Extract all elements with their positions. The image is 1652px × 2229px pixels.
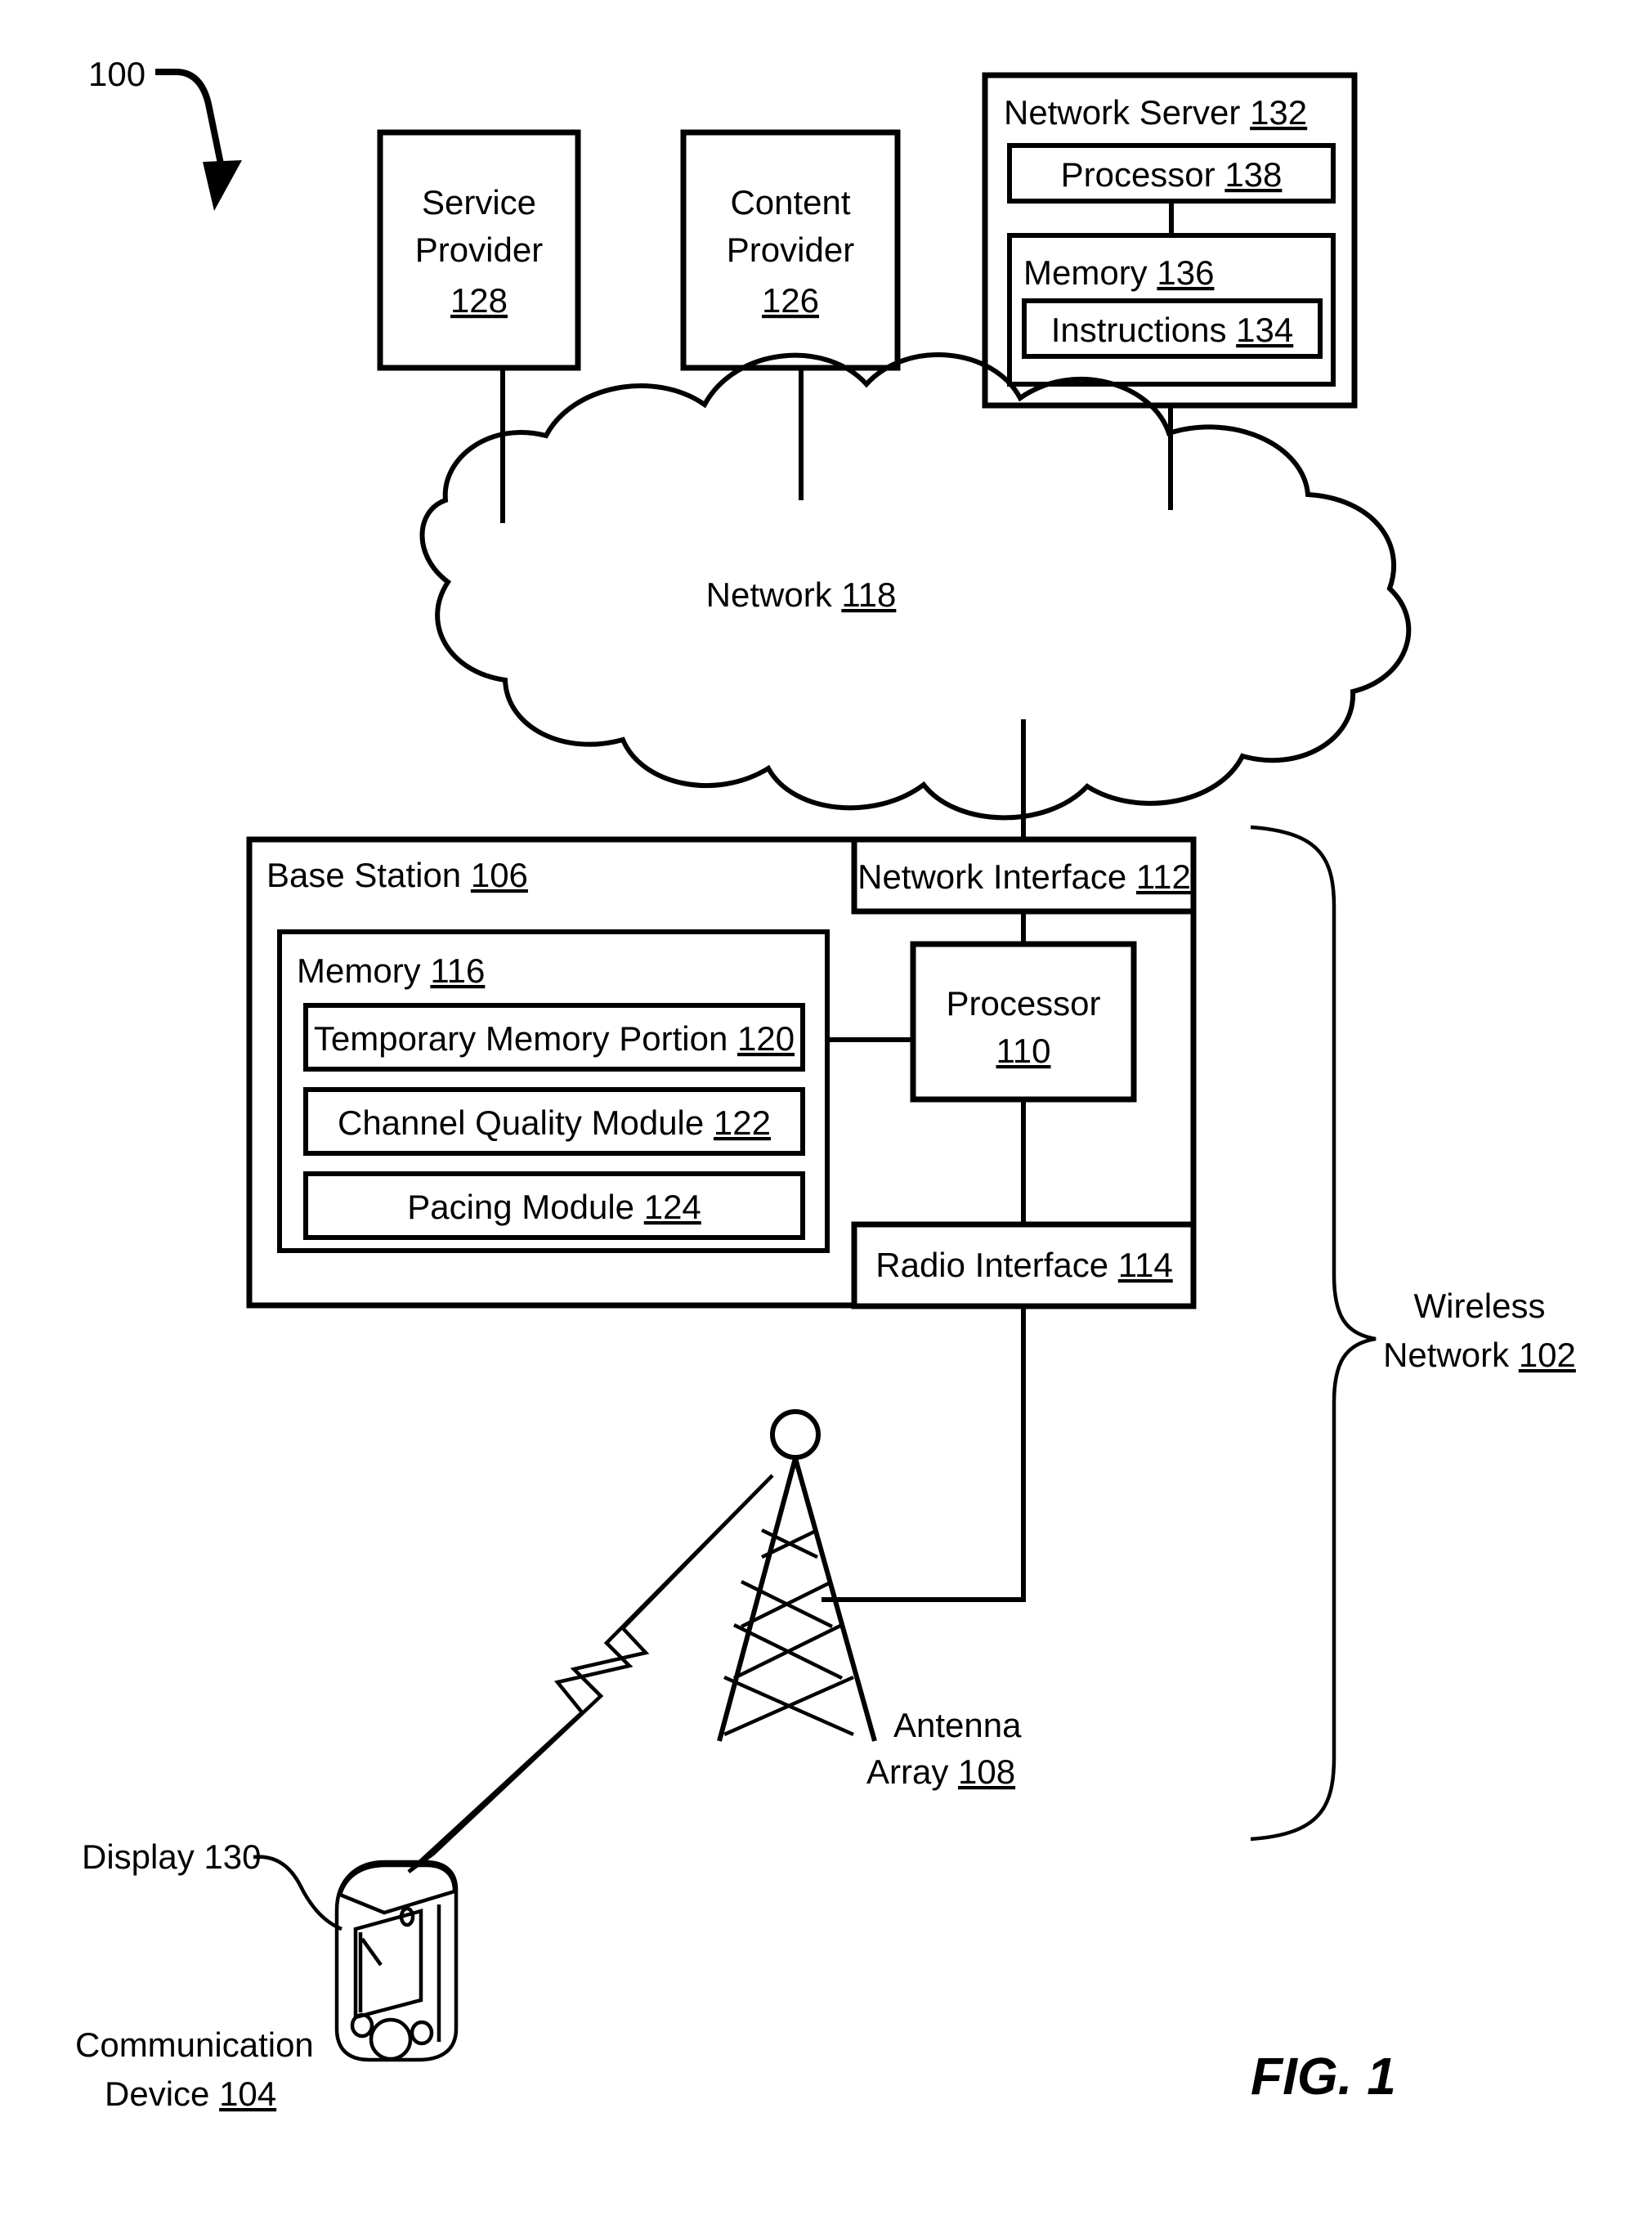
channel-quality-module-label: Channel Quality Module 122 (338, 1103, 771, 1142)
device-button-left (350, 2012, 374, 2039)
network-server-memory-label: Memory 136 (1023, 253, 1214, 292)
communication-device-line1: Communication (75, 2025, 314, 2064)
content-provider-ref: 126 (762, 281, 819, 320)
content-provider-box: Content Provider 126 (680, 129, 901, 500)
wireless-network-line2: Network 102 (1383, 1336, 1576, 1374)
wireless-network-brace-group: Wireless Network 102 (1250, 825, 1576, 1842)
radio-interface-to-antenna-connector (822, 1306, 1026, 1602)
network-cloud-label: Network 118 (706, 575, 897, 614)
base-station-processor-box: Processor 110 (910, 941, 1137, 1103)
service-provider-ref: 128 (450, 281, 508, 320)
service-provider-line2: Provider (415, 231, 543, 269)
communication-device-callout: Communication Device 104 (75, 2025, 314, 2113)
wireless-network-brace (1250, 825, 1377, 1842)
network-server-processor-label: Processor 138 (1061, 155, 1283, 194)
figure-canvas: 100 Service Provider 128 Content Provide… (75, 55, 1576, 2113)
system-ref-arrowhead (203, 160, 242, 211)
radio-interface-label: Radio Interface 114 (875, 1246, 1172, 1284)
network-server-box: Network Server 132 Processor 138 Memory … (982, 72, 1358, 510)
device-screen-glint (360, 1937, 383, 1967)
figure-caption: FIG. 1 (1251, 2047, 1396, 2106)
base-station-label: Base Station 106 (266, 856, 528, 894)
network-cloud: Network 118 (419, 352, 1412, 821)
service-provider-line1: Service (422, 183, 536, 222)
antenna-top-circle (770, 1409, 821, 1460)
network-interface-box: Network Interface 112 (851, 836, 1197, 915)
display-leader-line (253, 1855, 342, 1931)
display-callout: Display 130 (82, 1837, 342, 1931)
service-provider-box: Service Provider 128 (377, 129, 581, 523)
communication-device-icon (334, 1860, 459, 2062)
wireless-network-line1: Wireless (1413, 1287, 1545, 1325)
communication-device-line2: Device 104 (105, 2075, 276, 2113)
network-server-label: Network Server 132 (1004, 93, 1307, 132)
temporary-memory-portion-label: Temporary Memory Portion 120 (314, 1019, 795, 1058)
antenna-array-line1: Antenna (893, 1706, 1022, 1744)
device-button-right (410, 2020, 434, 2046)
antenna-array-line2: Array 108 (866, 1752, 1015, 1791)
patent-figure-1: 100 Service Provider 128 Content Provide… (0, 0, 1652, 2229)
wireless-link-lightning-bolt (407, 1474, 774, 1873)
content-provider-line2: Provider (727, 231, 854, 269)
network-server-instructions-label: Instructions 134 (1051, 311, 1294, 349)
system-ref-label: 100 (88, 55, 146, 93)
system-reference-100: 100 (88, 55, 242, 211)
base-station-processor-ref: 110 (996, 1032, 1051, 1070)
radio-interface-box: Radio Interface 114 (851, 1221, 1197, 1309)
display-label: Display 130 (82, 1837, 261, 1876)
base-station-memory-label: Memory 116 (297, 951, 485, 990)
system-ref-leader (155, 69, 226, 172)
network-interface-label: Network Interface 112 (857, 857, 1191, 896)
pacing-module-label: Pacing Module 124 (407, 1188, 701, 1226)
content-provider-line1: Content (730, 183, 850, 222)
antenna-left-leg (717, 1457, 798, 1742)
device-button-center (369, 2017, 413, 2061)
network-cloud-shape (419, 352, 1412, 821)
device-display-screen (353, 1909, 423, 2020)
base-station-processor-label: Processor (946, 984, 1100, 1023)
